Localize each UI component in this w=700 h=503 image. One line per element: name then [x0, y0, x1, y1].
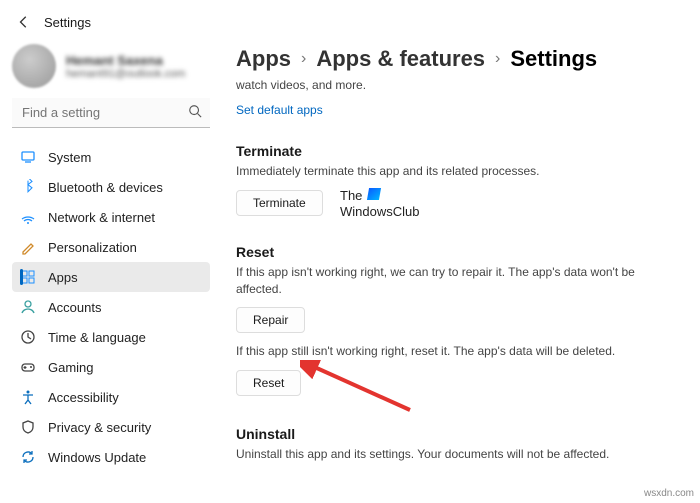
- sidebar: Hemant Saxena hemant91@outlook.com Syste…: [0, 38, 220, 503]
- uninstall-desc: Uninstall this app and its settings. You…: [236, 446, 680, 463]
- sidebar-item-label: Privacy & security: [48, 420, 151, 435]
- sidebar-item-accessibility[interactable]: Accessibility: [12, 382, 210, 412]
- reset-title: Reset: [236, 244, 680, 260]
- reset-button[interactable]: Reset: [236, 370, 301, 396]
- terminate-button[interactable]: Terminate: [236, 190, 323, 216]
- arrow-left-icon: [17, 15, 31, 29]
- sidebar-item-windows-update[interactable]: Windows Update: [12, 442, 210, 472]
- sidebar-item-label: Network & internet: [48, 210, 155, 225]
- accounts-icon: [20, 299, 36, 315]
- avatar: [12, 44, 56, 88]
- update-icon: [20, 449, 36, 465]
- privacy-icon: [20, 419, 36, 435]
- sidebar-item-label: Personalization: [48, 240, 137, 255]
- chevron-right-icon: ›: [495, 50, 500, 68]
- set-default-apps-link[interactable]: Set default apps: [236, 103, 323, 117]
- intro-text: watch videos, and more.: [236, 78, 680, 92]
- window-title: Settings: [44, 15, 91, 30]
- sidebar-item-accounts[interactable]: Accounts: [12, 292, 210, 322]
- terminate-desc: Immediately terminate this app and its r…: [236, 163, 680, 180]
- reset-desc-2: If this app still isn't working right, r…: [236, 343, 680, 360]
- sidebar-item-gaming[interactable]: Gaming: [12, 352, 210, 382]
- breadcrumb: Apps › Apps & features › Settings: [236, 46, 680, 72]
- repair-button[interactable]: Repair: [236, 307, 305, 333]
- gaming-icon: [20, 359, 36, 375]
- crumb-current: Settings: [510, 46, 597, 72]
- sidebar-item-bluetooth-devices[interactable]: Bluetooth & devices: [12, 172, 210, 202]
- back-button[interactable]: [14, 12, 34, 32]
- sidebar-item-label: Windows Update: [48, 450, 146, 465]
- user-block[interactable]: Hemant Saxena hemant91@outlook.com: [12, 44, 210, 88]
- user-name: Hemant Saxena: [66, 53, 185, 68]
- main-content: Apps › Apps & features › Settings watch …: [220, 38, 700, 503]
- network-icon: [20, 209, 36, 225]
- chevron-right-icon: ›: [301, 50, 306, 68]
- sidebar-item-label: System: [48, 150, 91, 165]
- user-email: hemant91@outlook.com: [66, 68, 185, 80]
- accessibility-icon: [20, 389, 36, 405]
- time-icon: [20, 329, 36, 345]
- terminate-title: Terminate: [236, 143, 680, 159]
- search-input[interactable]: [12, 98, 210, 128]
- sidebar-item-system[interactable]: System: [12, 142, 210, 172]
- apps-icon: [20, 269, 36, 285]
- sidebar-item-label: Apps: [48, 270, 78, 285]
- sidebar-item-personalization[interactable]: Personalization: [12, 232, 210, 262]
- sidebar-item-label: Time & language: [48, 330, 146, 345]
- search-box[interactable]: [12, 98, 210, 128]
- sidebar-item-label: Gaming: [48, 360, 94, 375]
- user-info: Hemant Saxena hemant91@outlook.com: [66, 53, 185, 80]
- image-credit: wsxdn.com: [644, 488, 694, 499]
- nav-list: System Bluetooth & devices Network & inter…: [12, 142, 210, 472]
- bluetooth-icon: [20, 179, 36, 195]
- personalization-icon: [20, 239, 36, 255]
- sidebar-item-label: Accounts: [48, 300, 101, 315]
- sidebar-item-label: Bluetooth & devices: [48, 180, 163, 195]
- system-icon: [20, 149, 36, 165]
- uninstall-title: Uninstall: [236, 426, 680, 442]
- reset-desc-1: If this app isn't working right, we can …: [236, 264, 680, 298]
- sidebar-item-privacy-security[interactable]: Privacy & security: [12, 412, 210, 442]
- sidebar-item-network-internet[interactable]: Network & internet: [12, 202, 210, 232]
- sidebar-item-label: Accessibility: [48, 390, 119, 405]
- crumb-apps[interactable]: Apps: [236, 46, 291, 72]
- search-icon: [188, 104, 202, 121]
- sidebar-item-time-language[interactable]: Time & language: [12, 322, 210, 352]
- sidebar-item-apps[interactable]: Apps: [12, 262, 210, 292]
- crumb-apps-features[interactable]: Apps & features: [316, 46, 485, 72]
